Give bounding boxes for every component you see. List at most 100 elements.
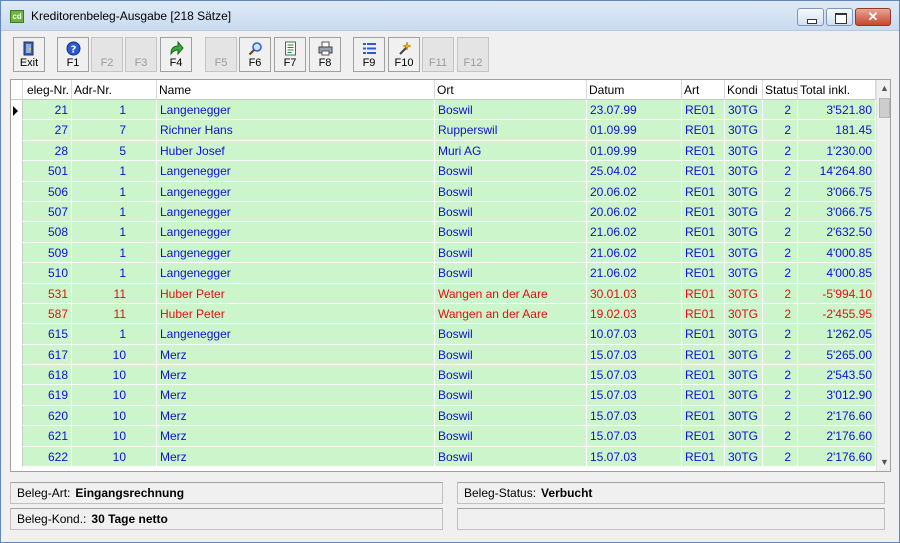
cell-art: RE01 bbox=[682, 303, 725, 325]
cell-total: 2'176.60 bbox=[798, 446, 876, 468]
table-row[interactable]: 28 5 Huber Josef Muri AG 01.09.99 RE01 30TG 2 1'… bbox=[11, 140, 876, 162]
table-row[interactable]: 619 10 Merz Boswil 15.07.03 RE01 30TG 2 3'012.90 bbox=[11, 385, 876, 406]
table-row[interactable]: 622 10 Merz Boswil 15.07.03 RE01 30TG 2 2'176.60 bbox=[11, 446, 876, 468]
row-indicator[interactable] bbox=[11, 242, 23, 264]
close-button[interactable]: ✕ bbox=[855, 8, 891, 26]
row-indicator[interactable] bbox=[11, 283, 23, 304]
vertical-scrollbar[interactable]: ▲ ▼ bbox=[876, 80, 890, 471]
toolbar-button-f1[interactable]: ? F1 bbox=[57, 37, 89, 72]
cell-ort: Boswil bbox=[435, 405, 587, 427]
column-header-kond[interactable]: Kondi bbox=[725, 80, 763, 100]
table-row[interactable]: 531 11 Huber Peter Wangen an der Aare 30.01.… bbox=[11, 283, 876, 304]
table-row[interactable]: 618 10 Merz Boswil 15.07.03 RE01 30TG 2 2'543.50 bbox=[11, 365, 876, 386]
cell-status: 2 bbox=[763, 303, 798, 325]
table-row[interactable]: 621 10 Merz Boswil 15.07.03 RE01 30TG 2 2'176.60 bbox=[11, 426, 876, 447]
row-indicator[interactable] bbox=[11, 303, 23, 325]
column-header-total[interactable]: Total inkl. bbox=[798, 80, 876, 100]
column-header-beleg[interactable]: eleg-Nr. bbox=[23, 80, 72, 100]
toolbar-button-f8[interactable]: F8 bbox=[309, 37, 341, 72]
cell-total: -5'994.10 bbox=[798, 283, 876, 304]
row-indicator[interactable] bbox=[11, 405, 23, 427]
table-row[interactable]: 507 1 Langenegger Boswil 20.06.02 RE01 30TG 2 3'… bbox=[11, 201, 876, 223]
title-bar[interactable]: cd Kreditorenbeleg-Ausgabe [218 Sätze] ✕ bbox=[1, 1, 899, 31]
cell-datum: 23.07.99 bbox=[587, 100, 682, 121]
cell-ort: Boswil bbox=[435, 201, 587, 223]
column-header-ort[interactable]: Ort bbox=[435, 80, 587, 100]
row-indicator[interactable] bbox=[11, 324, 23, 345]
row-indicator[interactable] bbox=[11, 161, 23, 182]
cell-ort: Boswil bbox=[435, 181, 587, 202]
cell-datum: 25.04.02 bbox=[587, 161, 682, 182]
row-indicator[interactable] bbox=[11, 426, 23, 447]
table-row[interactable]: 615 1 Langenegger Boswil 10.07.03 RE01 30TG 2 1'… bbox=[11, 324, 876, 345]
cell-datum: 01.09.99 bbox=[587, 120, 682, 141]
cell-adr: 7 bbox=[72, 120, 157, 141]
toolbar: Exit? F1 F2 F3 F4 F5 F6 F7 F8 F9 F10 F11 F12 bbox=[1, 32, 899, 73]
column-header-datum[interactable]: Datum bbox=[587, 80, 682, 100]
scroll-thumb[interactable] bbox=[879, 98, 890, 118]
table-body: 21 1 Langenegger Boswil 23.07.99 RE01 30TG 2 3'5… bbox=[11, 100, 876, 468]
cell-status: 2 bbox=[763, 426, 798, 447]
table-row[interactable]: 508 1 Langenegger Boswil 21.06.02 RE01 30TG 2 2'… bbox=[11, 222, 876, 243]
table-row[interactable]: 21 1 Langenegger Boswil 23.07.99 RE01 30TG 2 3'5… bbox=[11, 100, 876, 121]
cell-status: 2 bbox=[763, 181, 798, 202]
cell-ort: Wangen an der Aare bbox=[435, 303, 587, 325]
row-indicator[interactable] bbox=[11, 201, 23, 223]
table-row[interactable]: 509 1 Langenegger Boswil 21.06.02 RE01 30TG 2 4'… bbox=[11, 242, 876, 264]
toolbar-button-f7[interactable]: F7 bbox=[274, 37, 306, 72]
cell-datum: 15.07.03 bbox=[587, 385, 682, 406]
row-indicator[interactable] bbox=[11, 140, 23, 162]
table-row[interactable]: 620 10 Merz Boswil 15.07.03 RE01 30TG 2 2'176.60 bbox=[11, 405, 876, 427]
column-header-name[interactable]: Name bbox=[157, 80, 435, 100]
toolbar-button-f4[interactable]: F4 bbox=[160, 37, 192, 72]
toolbar-button-f9[interactable]: F9 bbox=[353, 37, 385, 72]
table-row[interactable]: 27 7 Richner Hans Rupperswil 01.09.99 RE01 30T… bbox=[11, 120, 876, 141]
row-indicator[interactable] bbox=[11, 222, 23, 243]
toolbar-button-label: F10 bbox=[394, 57, 414, 69]
table-row[interactable]: 617 10 Merz Boswil 15.07.03 RE01 30TG 2 5'265.00 bbox=[11, 344, 876, 366]
row-indicator[interactable] bbox=[11, 365, 23, 386]
minimize-button[interactable] bbox=[797, 8, 824, 26]
maximize-button[interactable] bbox=[826, 8, 853, 26]
table-row[interactable]: 587 11 Huber Peter Wangen an der Aare 19.02.… bbox=[11, 303, 876, 325]
cell-status: 2 bbox=[763, 222, 798, 243]
row-indicator[interactable] bbox=[11, 263, 23, 284]
cell-name: Merz bbox=[157, 426, 435, 447]
cell-art: RE01 bbox=[682, 405, 725, 427]
cell-name: Merz bbox=[157, 344, 435, 366]
table-row[interactable]: 506 1 Langenegger Boswil 20.06.02 RE01 30TG 2 3'… bbox=[11, 181, 876, 202]
row-indicator[interactable] bbox=[11, 385, 23, 406]
row-indicator[interactable] bbox=[11, 100, 23, 121]
cell-kond: 30TG bbox=[725, 385, 763, 406]
row-indicator[interactable] bbox=[11, 446, 23, 468]
cell-name: Langenegger bbox=[157, 222, 435, 243]
row-indicator[interactable] bbox=[11, 120, 23, 141]
cell-adr: 11 bbox=[72, 283, 157, 304]
cell-total: 3'066.75 bbox=[798, 181, 876, 202]
cell-total: 4'000.85 bbox=[798, 263, 876, 284]
cell-datum: 15.07.03 bbox=[587, 446, 682, 468]
table-row[interactable]: 510 1 Langenegger Boswil 21.06.02 RE01 30TG 2 4'… bbox=[11, 263, 876, 284]
search-icon bbox=[248, 41, 263, 56]
column-header-status[interactable]: Status bbox=[763, 80, 798, 100]
toolbar-button-f6[interactable]: F6 bbox=[239, 37, 271, 72]
cell-ort: Boswil bbox=[435, 222, 587, 243]
column-header-adr[interactable]: Adr-Nr. bbox=[72, 80, 157, 100]
scroll-up-icon[interactable]: ▲ bbox=[877, 80, 890, 97]
scroll-down-icon[interactable]: ▼ bbox=[877, 454, 890, 471]
row-indicator[interactable] bbox=[11, 344, 23, 366]
cell-name: Merz bbox=[157, 365, 435, 386]
toolbar-button-f2: F2 bbox=[91, 37, 123, 72]
cell-kond: 30TG bbox=[725, 344, 763, 366]
toolbar-button-exit[interactable]: Exit bbox=[13, 37, 45, 72]
table-header: eleg-Nr. Adr-Nr. Name Ort Datum Art Kondi Statu… bbox=[11, 80, 876, 100]
table-row[interactable]: 501 1 Langenegger Boswil 25.04.02 RE01 30TG 2 14… bbox=[11, 161, 876, 182]
cell-ort: Boswil bbox=[435, 344, 587, 366]
toolbar-button-f10[interactable]: F10 bbox=[388, 37, 420, 72]
cell-art: RE01 bbox=[682, 385, 725, 406]
cell-ort: Muri AG bbox=[435, 140, 587, 162]
row-indicator[interactable] bbox=[11, 181, 23, 202]
cell-kond: 30TG bbox=[725, 161, 763, 182]
exit-door-icon bbox=[22, 41, 37, 56]
column-header-art[interactable]: Art bbox=[682, 80, 725, 100]
